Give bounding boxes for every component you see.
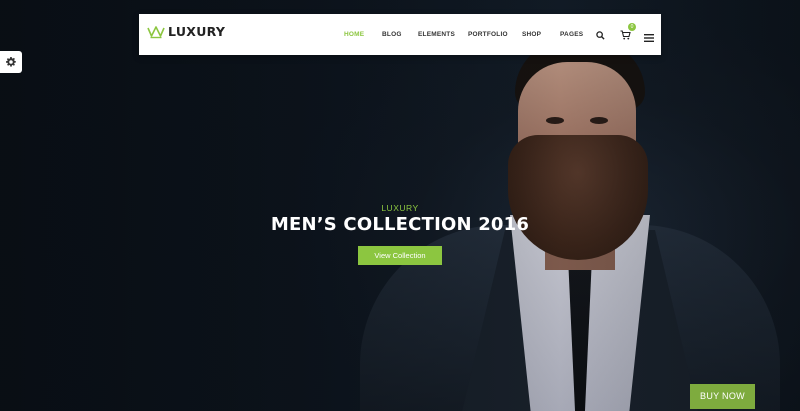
nav-item-pages[interactable]: PAGES — [560, 31, 583, 38]
site-header: LUXURY HOME BLOG ELEMENTS PORTFOLIO SHOP… — [139, 14, 661, 55]
hero-eyebrow: LUXURY — [381, 203, 419, 213]
cart-count-badge: 0 — [628, 23, 636, 31]
crown-icon — [147, 25, 165, 38]
view-collection-button[interactable]: View Collection — [358, 246, 442, 265]
nav-item-portfolio[interactable]: PORTFOLIO — [468, 31, 508, 38]
nav-item-elements[interactable]: ELEMENTS — [418, 31, 455, 38]
search-icon[interactable] — [596, 27, 605, 45]
gear-icon — [6, 57, 16, 67]
menu-icon[interactable] — [644, 29, 654, 47]
nav-item-shop[interactable]: SHOP — [522, 31, 541, 38]
buy-now-button[interactable]: BUY NOW — [690, 384, 755, 409]
nav-item-blog[interactable]: BLOG — [382, 31, 402, 38]
logo-text: LUXURY — [168, 24, 226, 39]
hero-headline: MEN’S COLLECTION 2016 — [270, 214, 530, 235]
site-logo[interactable]: LUXURY — [147, 24, 225, 39]
cart-icon[interactable]: 0 — [620, 23, 636, 45]
nav-item-home[interactable]: HOME — [344, 31, 364, 38]
settings-toggle[interactable] — [0, 51, 22, 73]
